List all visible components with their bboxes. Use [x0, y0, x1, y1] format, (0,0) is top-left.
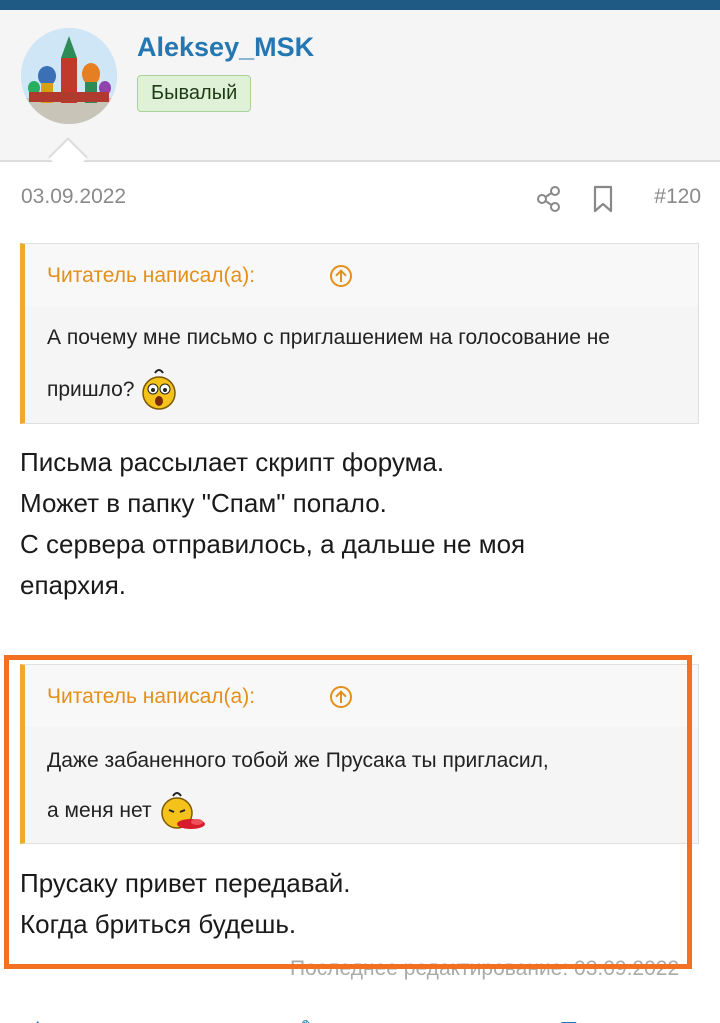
action-link[interactable]: ✎ [300, 1016, 318, 1023]
share-icon[interactable] [535, 185, 563, 213]
action-link[interactable]: ⤴ [22, 1016, 43, 1023]
message-line: Письма рассылает скрипт форума. [20, 447, 445, 477]
message-line: Может в папку "Спам" попало. [20, 488, 387, 518]
post-meta: 03.09.2022 #120 [21, 185, 701, 213]
message-line: епархия. [20, 570, 126, 600]
post-message: Письма рассылает скрипт форума. Может в … [20, 442, 525, 606]
cathedral-avatar-image [21, 28, 117, 124]
shocked-smiley-icon [142, 369, 177, 411]
action-link[interactable]: ✉ [560, 1016, 578, 1023]
post-number[interactable]: #120 [654, 185, 701, 209]
quote-block: Читатель написал(а): А почему мне письмо… [20, 243, 699, 424]
avatar[interactable] [21, 28, 117, 124]
top-bar [0, 0, 720, 10]
quote-author-link[interactable]: Читатель написал(а): [47, 264, 255, 288]
post-action-bar: ⤴ ✎ ↩ ✉ [0, 1008, 720, 1023]
user-rank-badge: Бывалый [137, 75, 252, 112]
username-link[interactable]: Aleksey_MSK [137, 32, 314, 63]
post-date[interactable]: 03.09.2022 [21, 185, 126, 209]
quote-text: А почему мне письмо с приглашением на го… [25, 306, 698, 426]
highlight-box [4, 655, 692, 969]
message-line: С сервера отправилось, а дальше не моя [20, 529, 526, 559]
bookmark-icon[interactable] [591, 185, 615, 213]
arrow-up-circle-icon[interactable] [330, 265, 352, 287]
action-link[interactable]: ↩ [440, 1016, 458, 1023]
user-header: Aleksey_MSK Бывалый [0, 10, 720, 162]
quote-header: Читатель написал(а): [25, 244, 698, 306]
quote-text-content: А почему мне письмо с приглашением на го… [47, 326, 610, 401]
